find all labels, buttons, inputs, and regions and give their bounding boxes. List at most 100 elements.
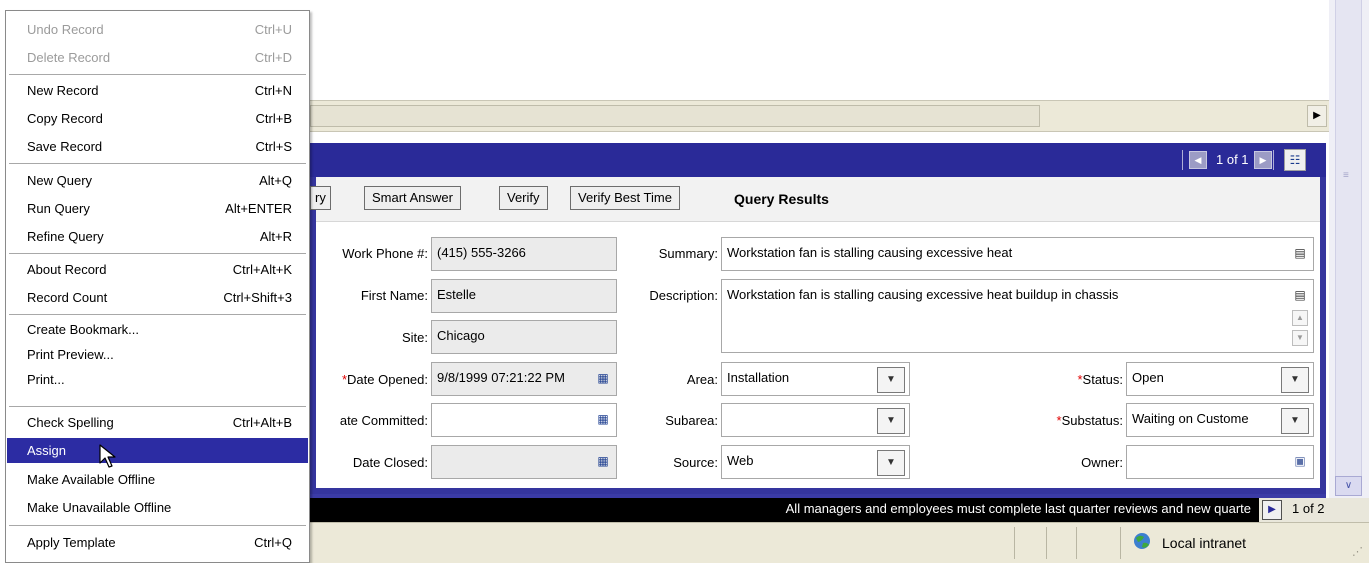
menu-item-label: Undo Record	[27, 22, 104, 37]
chevron-down-icon[interactable]: ▼	[877, 450, 905, 476]
collapse-applet-icon[interactable]: ☷	[1284, 149, 1306, 171]
menu-item-label: New Query	[27, 173, 93, 188]
menu-item-shortcut: Ctrl+Shift+3	[223, 290, 292, 305]
menu-item-undo-record: Undo Record Ctrl+U	[7, 16, 308, 44]
status-divider	[1120, 527, 1121, 559]
description-field[interactable]: Workstation fan is stalling causing exce…	[721, 279, 1314, 353]
summary-label: Summary:	[658, 246, 718, 261]
scrollbar-track[interactable]	[1335, 0, 1362, 478]
area-label: Area:	[686, 372, 718, 387]
source-select[interactable]: Web ▼	[721, 445, 910, 479]
chevron-down-icon[interactable]: ▼	[1281, 408, 1309, 434]
date-opened-field[interactable]: 9/8/1999 07:21:22 PM ▦	[431, 362, 617, 396]
site-value: Chicago	[437, 328, 485, 343]
next-record-icon[interactable]: ▶	[1254, 151, 1272, 169]
pager-text: 1 of 1	[1216, 152, 1249, 167]
menu-item-create-bookmark[interactable]: Create Bookmark...	[7, 316, 308, 344]
chevron-down-icon[interactable]: ▼	[877, 367, 905, 393]
chevron-down-icon[interactable]: ▼	[877, 408, 905, 434]
verify-best-time-button[interactable]: Verify Best Time	[570, 186, 680, 210]
scroll-down-icon[interactable]: ▼	[1292, 330, 1308, 346]
date-committed-field[interactable]: ▦	[431, 403, 617, 437]
status-label: *Status:	[960, 372, 1123, 387]
menu-item-new-query[interactable]: New Query Alt+Q	[7, 167, 308, 195]
expand-text-icon[interactable]: ▤	[1293, 246, 1307, 260]
next-message-icon[interactable]: ▶	[1262, 500, 1282, 520]
menu-item-run-query[interactable]: Run Query Alt+ENTER	[7, 195, 308, 223]
query-button[interactable]: ry	[310, 186, 331, 210]
smart-answer-button[interactable]: Smart Answer	[364, 186, 461, 210]
menu-item-shortcut: Alt+ENTER	[225, 201, 292, 216]
area-select[interactable]: Installation ▼	[721, 362, 910, 396]
menu-item-record-count[interactable]: Record Count Ctrl+Shift+3	[7, 284, 308, 312]
menu-item-shortcut: Ctrl+Q	[254, 535, 292, 550]
status-label-text: Status:	[1082, 372, 1123, 387]
menu-item-label: Make Unavailable Offline	[27, 500, 172, 515]
pager-separator	[1273, 150, 1274, 170]
mouse-pointer-icon	[98, 443, 124, 471]
menu-item-check-spelling[interactable]: Check Spelling Ctrl+Alt+B	[7, 409, 308, 437]
menu-item-apply-template[interactable]: Apply Template Ctrl+Q	[7, 529, 308, 557]
status-select[interactable]: Open ▼	[1126, 362, 1314, 396]
verify-button[interactable]: Verify	[499, 186, 548, 210]
subarea-select[interactable]: ▼	[721, 403, 910, 437]
menu-item-print[interactable]: Print...	[7, 366, 308, 394]
source-label: Source:	[673, 455, 718, 470]
menu-item-new-record[interactable]: New Record Ctrl+N	[7, 77, 308, 105]
previous-record-icon[interactable]: ◀	[1189, 151, 1207, 169]
horizontal-scrollbar[interactable]: ▶	[310, 100, 1329, 132]
status-divider	[1076, 527, 1077, 559]
description-label: Description:	[649, 288, 718, 303]
menu-item-copy-record[interactable]: Copy Record Ctrl+B	[7, 105, 308, 133]
vertical-scrollbar[interactable]: ≡ ∨	[1329, 0, 1369, 498]
calendar-icon[interactable]: ▦	[596, 412, 610, 426]
menu-item-make-available-offline[interactable]: Make Available Offline	[7, 466, 308, 494]
menu-item-label: Apply Template	[27, 535, 116, 550]
site-field[interactable]: Chicago	[431, 320, 617, 354]
date-committed-label: ate Committed:	[339, 413, 428, 428]
menu-item-label: Copy Record	[27, 111, 103, 126]
expand-text-icon[interactable]: ▤	[1293, 288, 1307, 302]
message-ticker[interactable]: All managers and employees must complete…	[310, 498, 1259, 522]
resize-grip-icon[interactable]: ⋰	[1352, 545, 1363, 558]
scroll-right-icon[interactable]: ▶	[1307, 105, 1327, 127]
scroll-up-icon[interactable]: ▲	[1292, 310, 1308, 326]
subarea-label: Subarea:	[665, 413, 718, 428]
work-phone-label: Work Phone #:	[342, 246, 428, 261]
work-phone-field[interactable]: (415) 555-3266	[431, 237, 617, 271]
menu-item-shortcut: Ctrl+Alt+K	[232, 262, 292, 277]
first-name-field[interactable]: Estelle	[431, 279, 617, 313]
pick-owner-icon[interactable]: ▣	[1293, 454, 1307, 468]
scroll-down-icon[interactable]: ∨	[1335, 476, 1362, 496]
menu-item-label: Check Spelling	[27, 415, 114, 430]
menu-item-print-preview[interactable]: Print Preview...	[7, 341, 308, 369]
site-label: Site:	[401, 330, 428, 345]
menu-item-shortcut: Ctrl+U	[254, 22, 292, 37]
status-value: Open	[1132, 370, 1164, 385]
chevron-down-icon[interactable]: ▼	[1281, 367, 1309, 393]
substatus-label-text: Substatus:	[1061, 413, 1123, 428]
pager-separator	[1182, 150, 1183, 170]
menu-item-shortcut: Alt+R	[259, 229, 292, 244]
menu-item-refine-query[interactable]: Refine Query Alt+R	[7, 223, 308, 251]
summary-field[interactable]: Workstation fan is stalling causing exce…	[721, 237, 1314, 271]
work-phone-value: (415) 555-3266	[437, 245, 526, 260]
menu-separator	[9, 163, 306, 164]
menu-item-label: Save Record	[27, 139, 103, 154]
menu-separator	[9, 253, 306, 254]
calendar-icon[interactable]: ▦	[596, 371, 610, 385]
date-closed-field[interactable]: ▦	[431, 445, 617, 479]
owner-field[interactable]: ▣	[1126, 445, 1314, 479]
menu-item-save-record[interactable]: Save Record Ctrl+S	[7, 133, 308, 161]
owner-label: Owner:	[1081, 455, 1123, 470]
date-opened-label: *Date Opened:	[310, 372, 428, 387]
calendar-icon[interactable]: ▦	[596, 454, 610, 468]
substatus-select[interactable]: Waiting on Custome ▼	[1126, 403, 1314, 437]
menu-separator	[9, 525, 306, 526]
date-opened-label-text: Date Opened:	[347, 372, 428, 387]
menu-item-make-unavailable-offline[interactable]: Make Unavailable Offline	[7, 494, 308, 522]
menu-item-assign[interactable]: Assign	[7, 438, 308, 463]
menu-item-about-record[interactable]: About Record Ctrl+Alt+K	[7, 256, 308, 284]
first-name-label: First Name:	[360, 288, 428, 303]
scrollbar-thumb[interactable]	[310, 105, 1040, 127]
